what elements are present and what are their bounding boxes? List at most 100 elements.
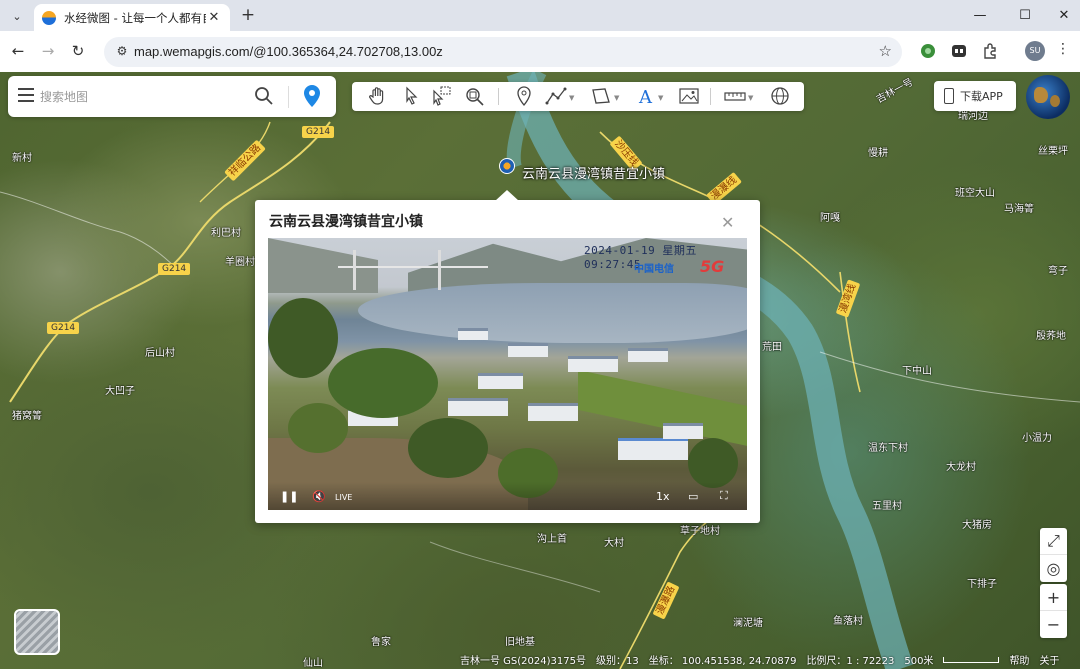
select-pointer-icon[interactable] bbox=[400, 86, 422, 106]
about-link[interactable]: 关于 bbox=[1039, 652, 1059, 667]
extension-green-icon[interactable] bbox=[919, 42, 937, 60]
picture-in-picture-icon[interactable]: ▭ bbox=[688, 490, 698, 503]
toolbar-divider bbox=[710, 88, 711, 105]
dropdown-caret-icon[interactable]: ▼ bbox=[569, 94, 574, 102]
browser-menu-icon[interactable]: ⋮ bbox=[1056, 41, 1070, 57]
fullscreen-icon[interactable]: ⛶ bbox=[720, 489, 728, 503]
globe-3d-button[interactable] bbox=[1026, 75, 1070, 119]
place-label: 大猪房 bbox=[962, 520, 992, 531]
search-icon[interactable] bbox=[254, 86, 274, 106]
divider bbox=[288, 86, 289, 108]
place-label: 慢耕 bbox=[868, 148, 888, 159]
video-tree bbox=[268, 298, 338, 378]
place-label: 羊圈村 bbox=[225, 257, 255, 268]
zoom-out-button[interactable]: − bbox=[1040, 611, 1067, 638]
place-label: 班空大山 bbox=[955, 188, 995, 199]
video-tree bbox=[408, 418, 488, 478]
place-label: 后山村 bbox=[145, 348, 175, 359]
hamburger-menu-icon[interactable] bbox=[18, 88, 34, 102]
address-bar[interactable]: ⚙ map.wemapgis.com/@100.365364,24.702708… bbox=[104, 37, 902, 67]
place-label: 五里村 bbox=[872, 501, 902, 512]
place-label: 利巴村 bbox=[211, 228, 241, 239]
dropdown-caret-icon[interactable]: ▼ bbox=[658, 94, 663, 102]
browser-tab-active[interactable]: 水经微图 - 让每一个人都有自己 ✕ bbox=[34, 4, 230, 31]
search-input[interactable] bbox=[40, 86, 250, 108]
place-label: 沟上首 bbox=[537, 534, 567, 545]
zoom-box-icon[interactable] bbox=[464, 86, 486, 106]
satellite-map[interactable]: 新村 利巴村 羊圈村 后山村 大凹子 猪窝箐 吉林一号 瑞河边 慢耕 丝栗坪 班… bbox=[0, 72, 1080, 669]
extensions-puzzle-icon[interactable] bbox=[981, 42, 999, 60]
forward-arrow-icon[interactable]: → bbox=[38, 41, 58, 61]
place-label: 下中山 bbox=[902, 366, 932, 377]
popup-pointer bbox=[495, 190, 519, 201]
place-label: 弯子 bbox=[1048, 266, 1068, 277]
scale-ratio: 比例尺：1 : 72223 bbox=[806, 655, 895, 667]
bookmark-star-icon[interactable]: ☆ bbox=[879, 42, 892, 60]
site-favicon-icon bbox=[42, 10, 56, 25]
place-label: 澜泥塘 bbox=[733, 618, 763, 629]
locate-me-icon[interactable]: ◎ bbox=[1040, 555, 1067, 582]
box-select-icon[interactable] bbox=[430, 86, 452, 106]
zoom-controls: + − bbox=[1040, 584, 1067, 638]
download-app-button[interactable]: 下载APP bbox=[934, 81, 1016, 111]
tab-title: 水经微图 - 让每一个人都有自己 bbox=[64, 10, 206, 25]
mute-icon[interactable]: 🔇 bbox=[312, 490, 326, 503]
place-label: 阿嘎 bbox=[820, 213, 840, 224]
help-link[interactable]: 帮助 bbox=[1009, 652, 1029, 667]
back-arrow-icon[interactable]: ← bbox=[8, 41, 28, 61]
place-label: 新村 bbox=[12, 153, 32, 164]
video-house bbox=[448, 398, 508, 416]
video-house bbox=[568, 356, 618, 372]
scale-bar-label: 500米 bbox=[904, 655, 934, 667]
live-video-player[interactable]: 2024-01-19 星期五 09:27:45 中国电信 5G ❚❚ 🔇 LIV… bbox=[268, 238, 747, 510]
place-label: 下排子 bbox=[967, 579, 997, 590]
window-close-button[interactable]: ✕ bbox=[1049, 6, 1079, 26]
minimize-button[interactable]: — bbox=[965, 6, 995, 26]
url-text[interactable]: map.wemapgis.com/@100.365364,24.702708,1… bbox=[134, 44, 443, 59]
marker-label[interactable]: 云南云县漫湾镇昔宜小镇 bbox=[522, 163, 665, 182]
tab-search-dropdown-icon[interactable]: ⌄ bbox=[6, 6, 28, 26]
playback-speed-button[interactable]: 1x bbox=[656, 490, 670, 503]
zoom-level-label: 级别：13 bbox=[595, 655, 639, 667]
profile-avatar[interactable]: SU bbox=[1025, 41, 1045, 61]
popup-close-icon[interactable]: ✕ bbox=[721, 213, 734, 232]
tab-close-icon[interactable]: ✕ bbox=[206, 10, 222, 25]
image-tool-icon[interactable] bbox=[678, 86, 700, 106]
ruler-measure-icon[interactable] bbox=[724, 86, 746, 106]
draw-line-icon[interactable] bbox=[545, 86, 567, 106]
scale-bar bbox=[943, 657, 1000, 663]
place-label: 鲁家 bbox=[371, 637, 391, 648]
video-tree bbox=[688, 438, 738, 488]
fit-extent-icon[interactable]: ⤢ bbox=[1040, 528, 1067, 555]
video-controls: ❚❚ 🔇 LIVE 1x ▭ ⛶ bbox=[268, 482, 747, 510]
download-app-label: 下载APP bbox=[960, 90, 1003, 103]
video-house bbox=[628, 348, 668, 362]
place-label: 大龙村 bbox=[946, 462, 976, 473]
add-marker-icon[interactable] bbox=[513, 86, 535, 106]
place-label: 大凹子 bbox=[105, 386, 135, 397]
browser-tab-strip: ⌄ 水经微图 - 让每一个人都有自己 ✕ + — ☐ ✕ bbox=[0, 0, 1080, 31]
layer-switch-button[interactable] bbox=[14, 609, 60, 655]
globe-view-icon[interactable] bbox=[769, 86, 791, 106]
dropdown-caret-icon[interactable]: ▼ bbox=[748, 94, 753, 102]
place-label: 草子地村 bbox=[680, 526, 720, 537]
place-label: 猪窝箐 bbox=[12, 411, 42, 422]
zoom-in-button[interactable]: + bbox=[1040, 584, 1067, 611]
map-marker-icon[interactable] bbox=[499, 158, 515, 174]
live-badge: LIVE bbox=[335, 493, 353, 502]
maximize-button[interactable]: ☐ bbox=[1010, 6, 1040, 26]
location-pin-icon[interactable] bbox=[302, 84, 322, 108]
draw-polygon-icon[interactable] bbox=[590, 86, 612, 106]
toolbar-divider bbox=[498, 88, 499, 105]
reload-icon[interactable]: ↻ bbox=[68, 41, 88, 61]
pause-icon[interactable]: ❚❚ bbox=[280, 490, 298, 503]
5g-logo: 5G bbox=[700, 257, 724, 276]
site-info-icon[interactable]: ⚙ bbox=[114, 44, 130, 60]
map-side-controls: ⤢ ◎ bbox=[1040, 528, 1067, 582]
dropdown-caret-icon[interactable]: ▼ bbox=[614, 94, 619, 102]
pan-hand-icon[interactable] bbox=[367, 86, 389, 106]
new-tab-button[interactable]: + bbox=[238, 5, 258, 25]
extension-dark-icon[interactable] bbox=[950, 42, 968, 60]
place-label: 殷荞地 bbox=[1036, 331, 1066, 342]
text-tool-icon[interactable]: A bbox=[634, 86, 656, 108]
